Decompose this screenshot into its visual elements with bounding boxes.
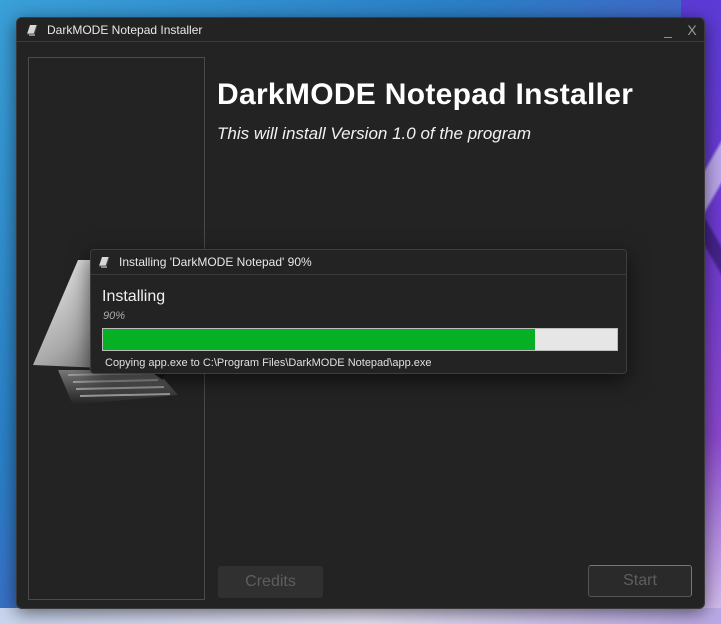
credits-button[interactable]: Credits	[218, 566, 323, 598]
progress-percent-text: 90%	[103, 310, 126, 322]
start-button[interactable]: Start	[588, 565, 692, 597]
notepad-app-icon	[25, 23, 39, 37]
minimize-button[interactable]: _	[656, 20, 680, 40]
dialog-titlebar[interactable]: Installing 'DarkMODE Notepad' 90%	[91, 250, 626, 275]
installing-label: Installing	[102, 288, 166, 305]
window-titlebar[interactable]: DarkMODE Notepad Installer _ X	[17, 18, 704, 42]
progress-dialog: Installing 'DarkMODE Notepad' 90% Instal…	[90, 249, 627, 374]
page-subtitle: This will install Version 1.0 of the pro…	[217, 124, 532, 143]
page-title: DarkMODE Notepad Installer	[217, 78, 634, 111]
progress-bar	[102, 328, 618, 351]
status-text: Copying app.exe to C:\Program Files\Dark…	[105, 357, 432, 369]
desktop-wallpaper-strip	[0, 608, 721, 624]
close-button[interactable]: X	[680, 20, 704, 40]
progress-bar-fill	[103, 329, 535, 350]
dialog-title: Installing 'DarkMODE Notepad' 90%	[119, 255, 312, 269]
notepad-app-icon	[97, 255, 111, 269]
window-title: DarkMODE Notepad Installer	[47, 22, 203, 37]
